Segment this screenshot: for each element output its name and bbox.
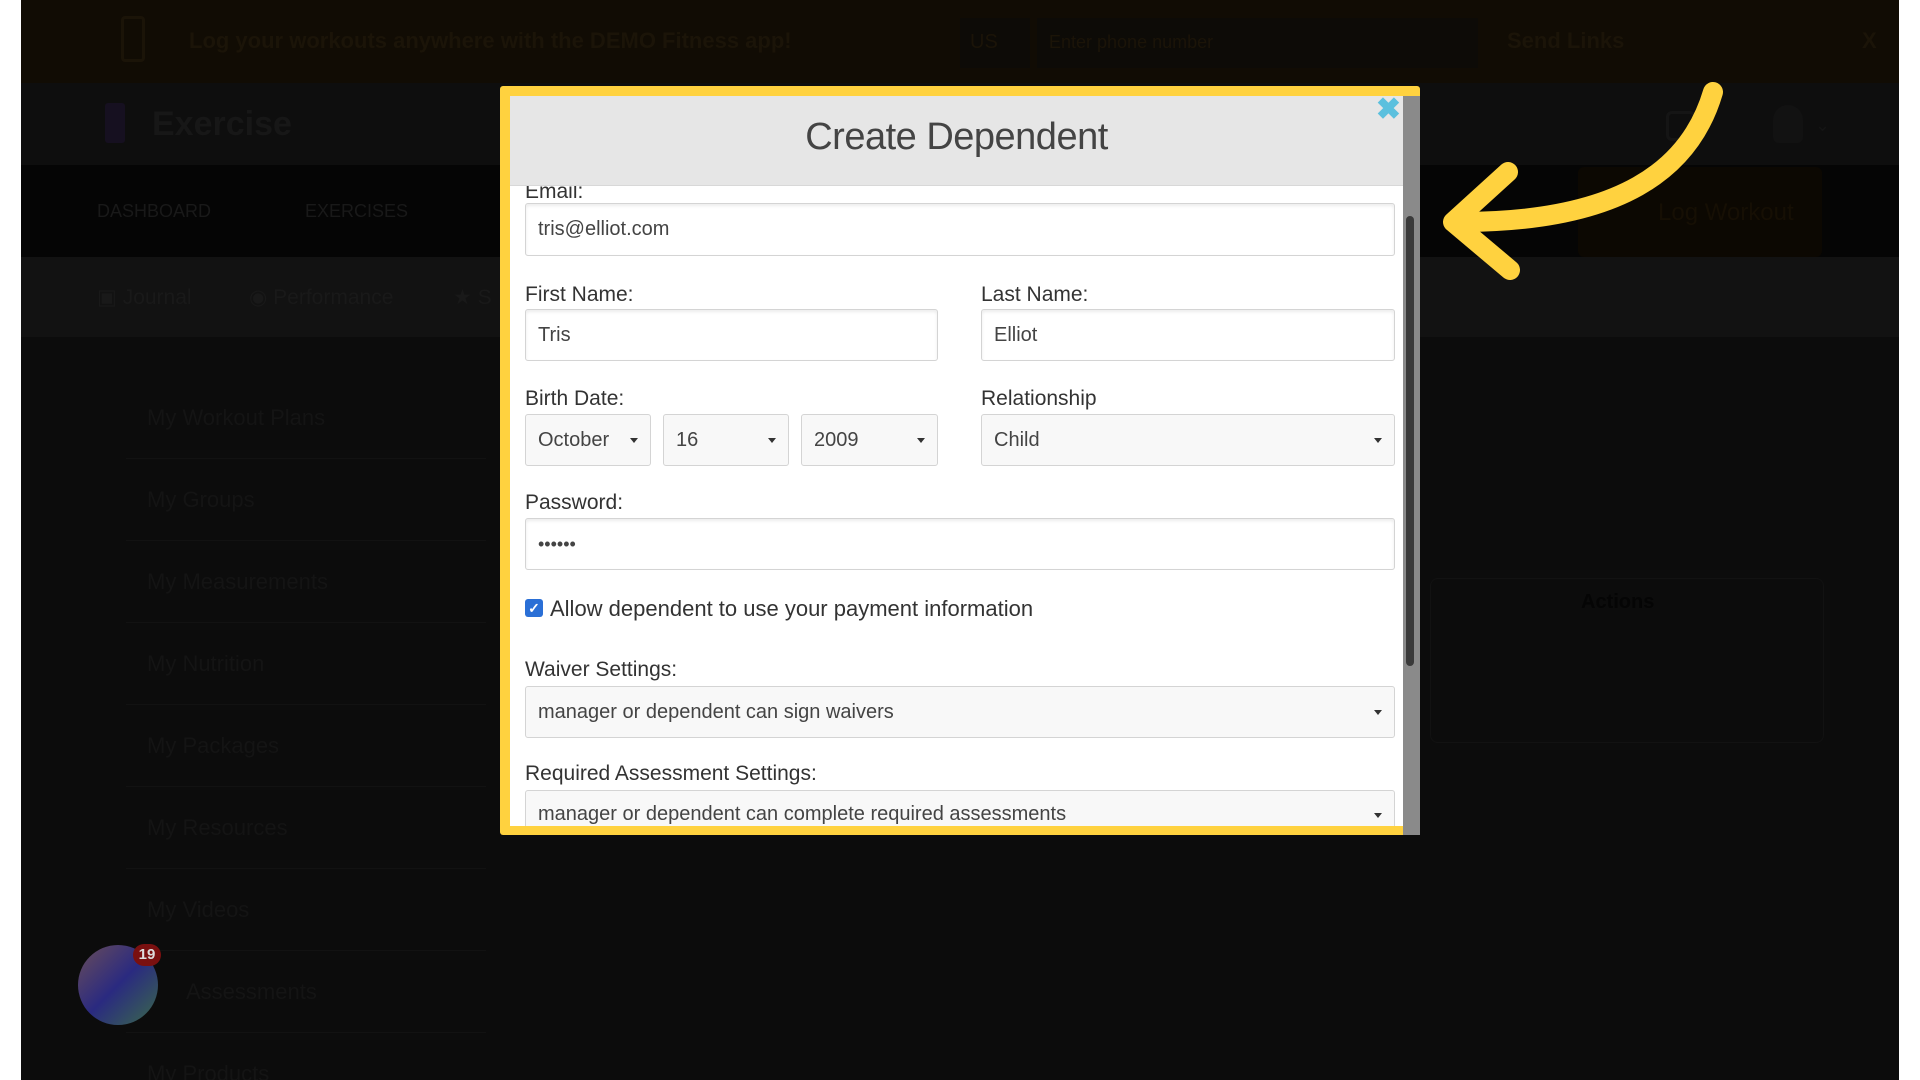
modal-header: Create Dependent ✖ xyxy=(510,96,1403,186)
modal-title: Create Dependent xyxy=(805,116,1108,158)
close-icon[interactable]: ✖ xyxy=(1376,96,1401,127)
